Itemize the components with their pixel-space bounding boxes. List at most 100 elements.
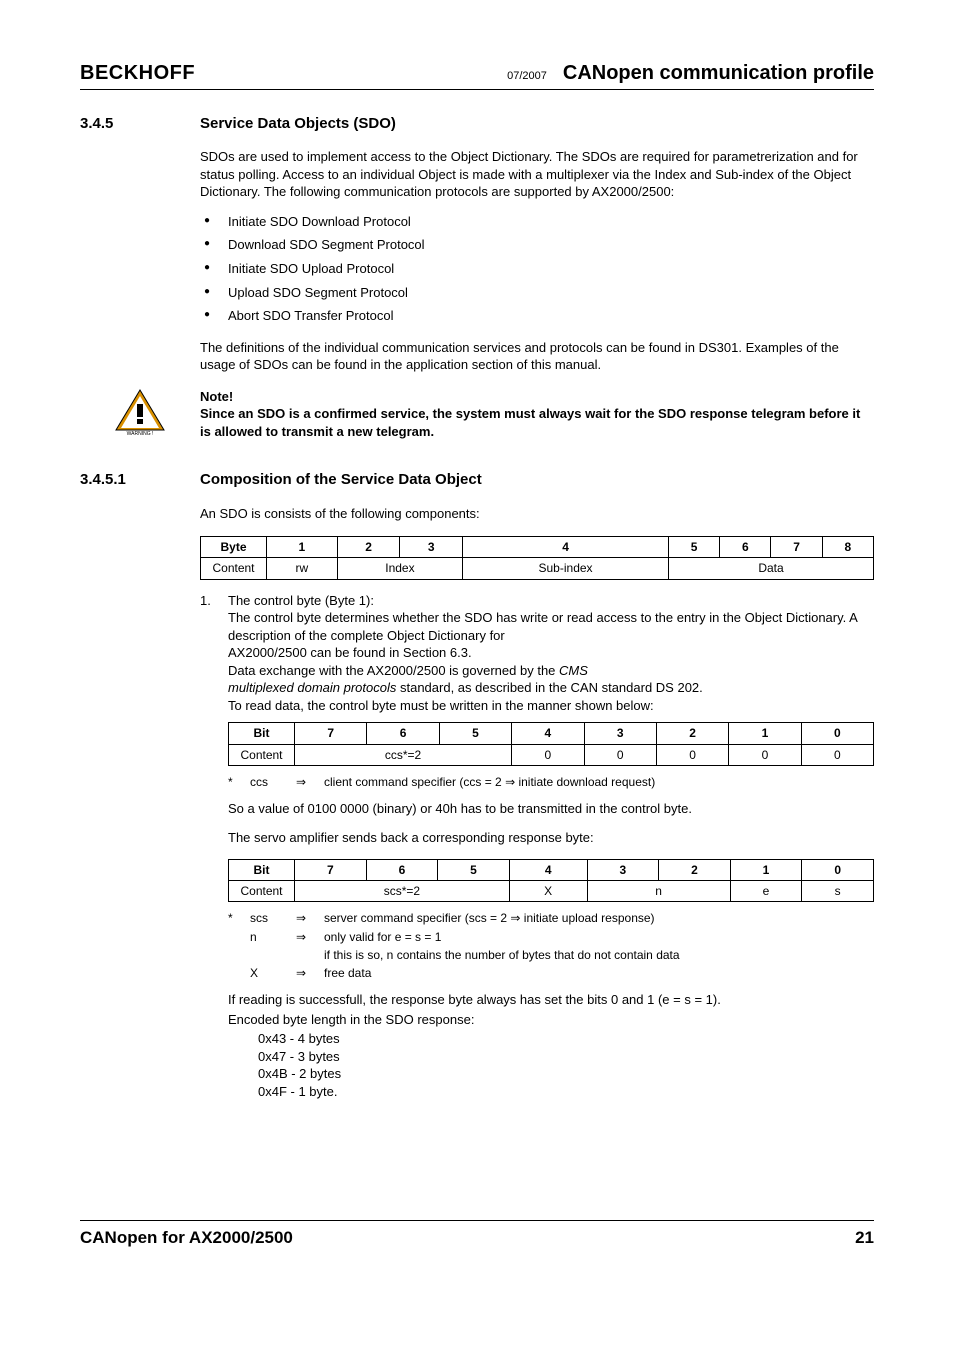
text-run: Data exchange with the AX2000/2500 is go… bbox=[228, 663, 559, 678]
table-header: 4 bbox=[463, 537, 669, 558]
legend-abbr: n bbox=[250, 929, 286, 945]
post-bullets-paragraph: The definitions of the individual commun… bbox=[200, 339, 874, 374]
legend-abbr: X bbox=[250, 965, 286, 981]
item-body: To read data, the control byte must be w… bbox=[228, 697, 874, 715]
table-header: Bit bbox=[229, 860, 295, 881]
bit-table-2: Bit 7 6 5 4 3 2 1 0 Content scs*=2 X n e… bbox=[228, 859, 874, 902]
table-header: 3 bbox=[584, 723, 656, 744]
table-header: 6 bbox=[720, 537, 771, 558]
table-cell: Sub-index bbox=[463, 558, 669, 579]
item-body: Data exchange with the AX2000/2500 is go… bbox=[228, 662, 874, 680]
table-cell: s bbox=[802, 881, 874, 902]
table-cell: n bbox=[587, 881, 730, 902]
text-run: standard, as described in the CAN standa… bbox=[396, 680, 702, 695]
table-header: 3 bbox=[400, 537, 463, 558]
paragraph: So a value of 0100 0000 (binary) or 40h … bbox=[228, 800, 874, 818]
encoded-item: 0x4B - 2 bytes bbox=[258, 1065, 874, 1083]
section-number: 3.4.5 bbox=[80, 114, 200, 134]
item-number: 1. bbox=[200, 592, 228, 715]
table-cell: 0 bbox=[729, 744, 801, 765]
note-text: Since an SDO is a confirmed service, the… bbox=[200, 405, 874, 440]
doc-title: CANopen communication profile bbox=[563, 60, 874, 87]
encoded-list: 0x43 - 4 bytes 0x47 - 3 bytes 0x4B - 2 b… bbox=[258, 1030, 874, 1100]
protocol-list: Initiate SDO Download Protocol Download … bbox=[200, 213, 874, 325]
section-heading: 3.4.5 Service Data Objects (SDO) bbox=[80, 114, 874, 134]
legend-2: * scs ⇒ server command specifier (scs = … bbox=[228, 910, 874, 981]
table-cell: 0 bbox=[512, 744, 584, 765]
legend-abbr: scs bbox=[250, 910, 286, 926]
table-cell: 0 bbox=[656, 744, 728, 765]
table-header: 4 bbox=[512, 723, 584, 744]
list-item: Upload SDO Segment Protocol bbox=[200, 284, 874, 302]
table-header: 6 bbox=[366, 860, 438, 881]
table-cell: 0 bbox=[584, 744, 656, 765]
encoded-item: 0x47 - 3 bytes bbox=[258, 1048, 874, 1066]
table-header: 7 bbox=[295, 723, 367, 744]
table-cell: Index bbox=[337, 558, 462, 579]
warning-icon: WARNING ! bbox=[110, 388, 170, 441]
table-cell: e bbox=[730, 881, 802, 902]
encoded-item: 0x4F - 1 byte. bbox=[258, 1083, 874, 1101]
subsection-heading: 3.4.5.1 Composition of the Service Data … bbox=[80, 470, 874, 490]
section-title: Service Data Objects (SDO) bbox=[200, 114, 396, 134]
list-item: Download SDO Segment Protocol bbox=[200, 236, 874, 254]
table-cell: Content bbox=[229, 744, 295, 765]
legend-1: * ccs ⇒ client command specifier (ccs = … bbox=[228, 774, 874, 790]
item-body: The control byte determines whether the … bbox=[228, 609, 874, 644]
table-cell: rw bbox=[267, 558, 338, 579]
legend-text: free data bbox=[324, 965, 874, 981]
item-body: multiplexed domain protocols standard, a… bbox=[228, 679, 874, 697]
subsection-number: 3.4.5.1 bbox=[80, 470, 200, 490]
list-item: Initiate SDO Download Protocol bbox=[200, 213, 874, 231]
arrow-icon: ⇒ bbox=[296, 910, 314, 926]
table-header: 8 bbox=[822, 537, 873, 558]
table-header: 0 bbox=[802, 860, 874, 881]
bit-table-1: Bit 7 6 5 4 3 2 1 0 Content ccs*=2 0 0 0… bbox=[228, 722, 874, 765]
table-header: 1 bbox=[730, 860, 802, 881]
table-header: 7 bbox=[295, 860, 367, 881]
list-item: Abort SDO Transfer Protocol bbox=[200, 307, 874, 325]
brand-logo: BECKHOFF bbox=[80, 60, 195, 87]
table-cell: scs*=2 bbox=[295, 881, 510, 902]
arrow-icon: ⇒ bbox=[296, 965, 314, 981]
subsection-intro: An SDO is consists of the following comp… bbox=[200, 505, 874, 523]
table-header: 1 bbox=[267, 537, 338, 558]
table-header: Bit bbox=[229, 723, 295, 744]
table-cell: 0 bbox=[801, 744, 873, 765]
byte-table: Byte 1 2 3 4 5 6 7 8 Content rw Index Su… bbox=[200, 536, 874, 579]
arrow-icon: ⇒ bbox=[296, 774, 314, 790]
table-header: 4 bbox=[509, 860, 587, 881]
page-header: BECKHOFF 07/2007 CANopen communication p… bbox=[80, 60, 874, 90]
paragraph: If reading is successfull, the response … bbox=[228, 991, 874, 1009]
table-cell: ccs*=2 bbox=[295, 744, 512, 765]
table-header: 7 bbox=[771, 537, 822, 558]
svg-text:WARNING !: WARNING ! bbox=[127, 431, 154, 436]
legend-abbr: ccs bbox=[250, 774, 286, 790]
table-header: 6 bbox=[367, 723, 439, 744]
legend-star: * bbox=[228, 910, 240, 926]
encoded-item: 0x43 - 4 bytes bbox=[258, 1030, 874, 1048]
legend-text: only valid for e = s = 1 bbox=[324, 929, 874, 945]
table-cell: Content bbox=[201, 558, 267, 579]
warning-note: WARNING ! Note! Since an SDO is a confir… bbox=[80, 388, 874, 441]
table-header: 2 bbox=[659, 860, 731, 881]
table-header: 5 bbox=[669, 537, 720, 558]
table-header: Byte bbox=[201, 537, 267, 558]
item-body: AX2000/2500 can be found in Section 6.3. bbox=[228, 644, 874, 662]
table-header: 5 bbox=[438, 860, 510, 881]
table-header: 0 bbox=[801, 723, 873, 744]
page-footer: CANopen for AX2000/2500 21 bbox=[80, 1220, 874, 1250]
page-number: 21 bbox=[855, 1227, 874, 1250]
subsection-title: Composition of the Service Data Object bbox=[200, 470, 482, 490]
note-label: Note! bbox=[200, 388, 874, 406]
table-cell: X bbox=[509, 881, 587, 902]
paragraph: Encoded byte length in the SDO response: bbox=[228, 1011, 874, 1029]
intro-paragraph: SDOs are used to implement access to the… bbox=[200, 148, 874, 201]
table-cell: Content bbox=[229, 881, 295, 902]
table-header: 5 bbox=[439, 723, 511, 744]
table-header: 1 bbox=[729, 723, 801, 744]
arrow-icon: ⇒ bbox=[296, 929, 314, 945]
table-header: 3 bbox=[587, 860, 659, 881]
text-emphasis: multiplexed domain protocols bbox=[228, 680, 396, 695]
footer-title: CANopen for AX2000/2500 bbox=[80, 1227, 293, 1250]
